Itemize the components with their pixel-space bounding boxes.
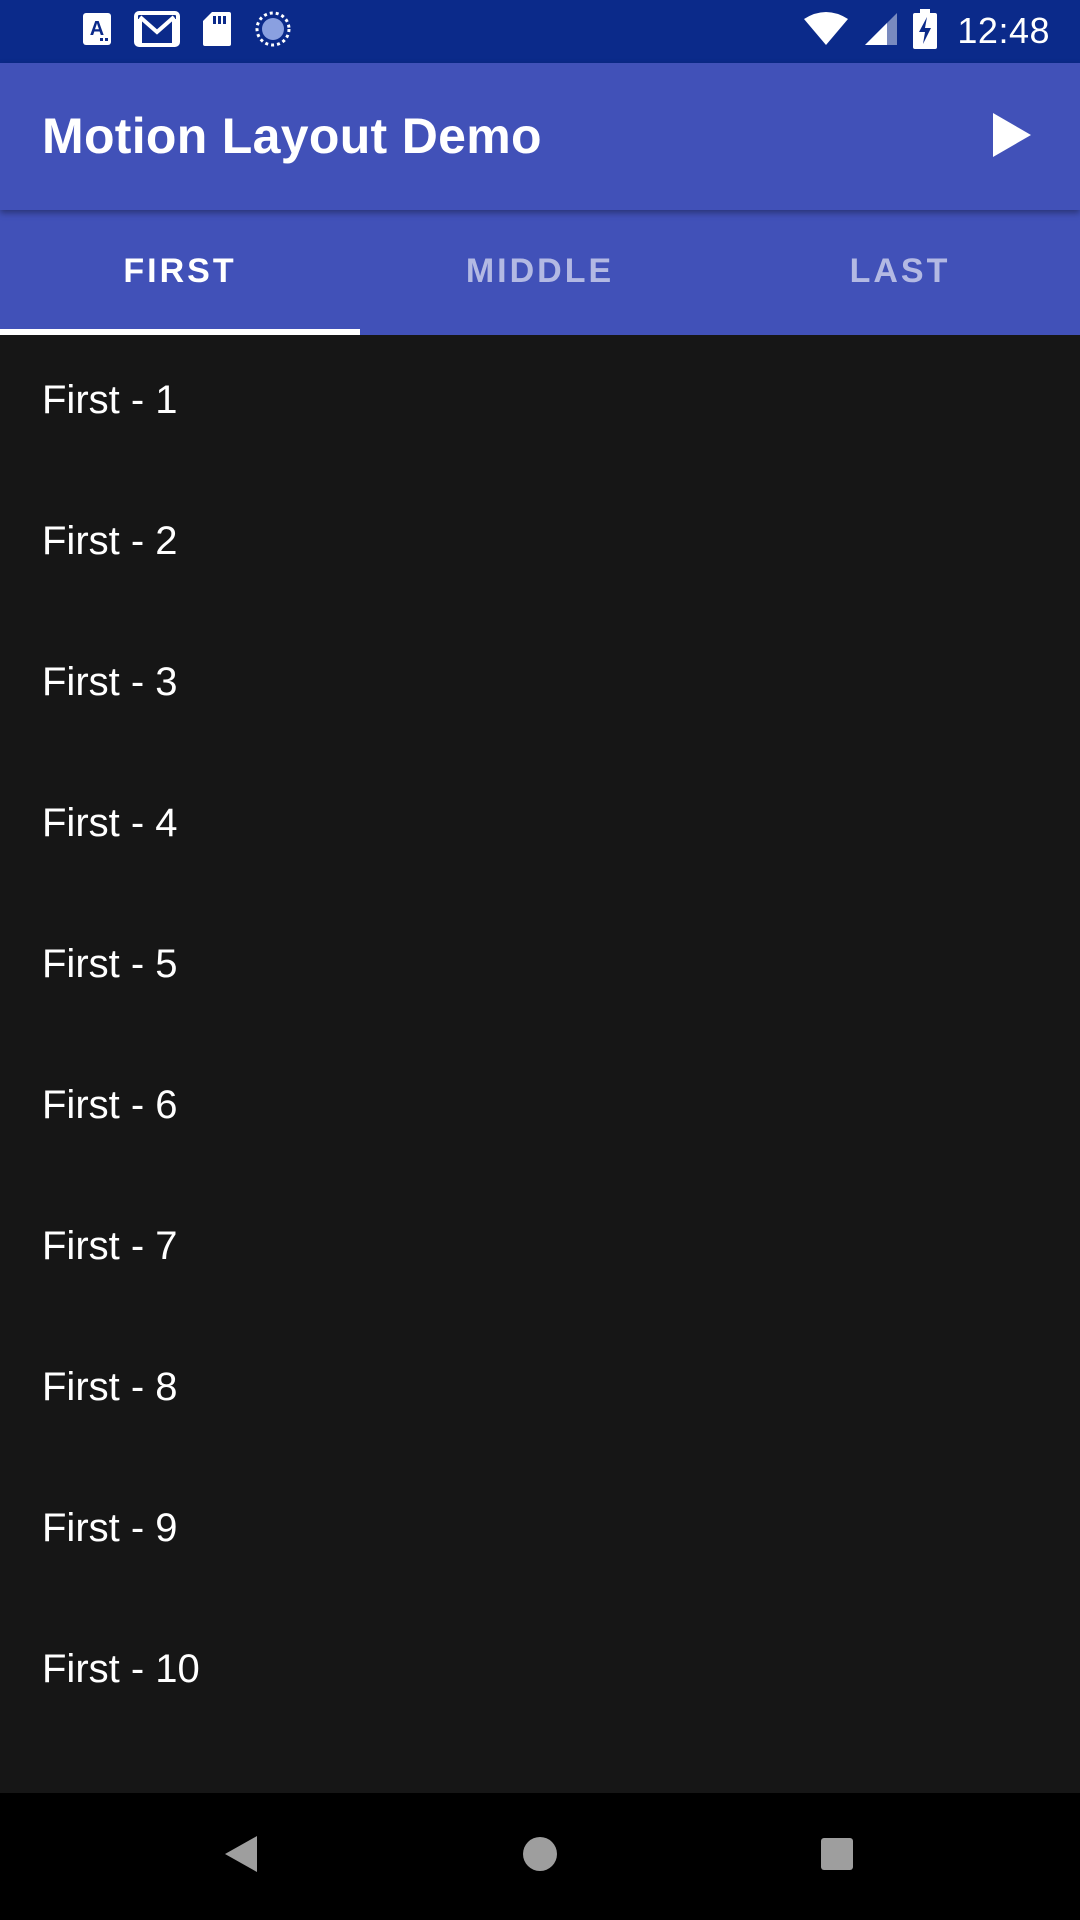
list-item[interactable]: First - 1 <box>0 335 1080 476</box>
tab-first-label: FIRST <box>123 252 237 290</box>
tab-last[interactable]: LAST <box>720 210 1080 335</box>
status-bar: A 12:48 <box>0 0 1080 63</box>
sd-card-icon <box>202 11 232 52</box>
accessibility-a-icon: A <box>82 12 112 51</box>
list-item[interactable]: First - 8 <box>0 1322 1080 1463</box>
tab-first[interactable]: FIRST <box>0 210 360 335</box>
signal-icon <box>863 11 899 52</box>
navigation-bar <box>0 1793 1080 1920</box>
app-title: Motion Layout Demo <box>42 108 542 164</box>
list-item[interactable]: First - 6 <box>0 1040 1080 1181</box>
battery-charging-icon <box>913 8 938 54</box>
tab-last-label: LAST <box>849 252 951 290</box>
status-notification-icons: A <box>82 10 292 52</box>
home-button[interactable] <box>510 1826 570 1886</box>
app-bar: Motion Layout Demo <box>0 63 1080 210</box>
tab-middle-label: MIDDLE <box>465 252 615 290</box>
status-time: 12:48 <box>957 10 1050 51</box>
list-item[interactable]: First - 4 <box>0 758 1080 899</box>
back-icon <box>223 1834 259 1879</box>
back-button[interactable] <box>211 1826 271 1886</box>
recents-button[interactable] <box>807 1826 867 1886</box>
list-item[interactable]: First - 2 <box>0 476 1080 617</box>
recents-icon <box>820 1837 854 1876</box>
tab-middle[interactable]: MIDDLE <box>360 210 720 335</box>
item-list[interactable]: First - 1 First - 2 First - 3 First - 4 … <box>0 335 1080 1793</box>
list-item[interactable]: First - 5 <box>0 899 1080 1040</box>
list-item[interactable]: First - 3 <box>0 617 1080 758</box>
svg-text:A: A <box>90 18 104 40</box>
list-item[interactable]: First - 9 <box>0 1463 1080 1604</box>
status-system-icons: 12:48 <box>803 8 1050 54</box>
home-icon <box>521 1835 559 1878</box>
play-icon <box>991 111 1033 164</box>
wifi-icon <box>803 11 849 52</box>
gmail-icon <box>134 10 180 52</box>
list-item[interactable]: First - 7 <box>0 1181 1080 1322</box>
list-item[interactable]: First - 10 <box>0 1604 1080 1745</box>
sync-circle-icon <box>254 10 292 53</box>
tab-bar: FIRST MIDDLE LAST <box>0 210 1080 335</box>
play-button[interactable] <box>980 105 1044 169</box>
